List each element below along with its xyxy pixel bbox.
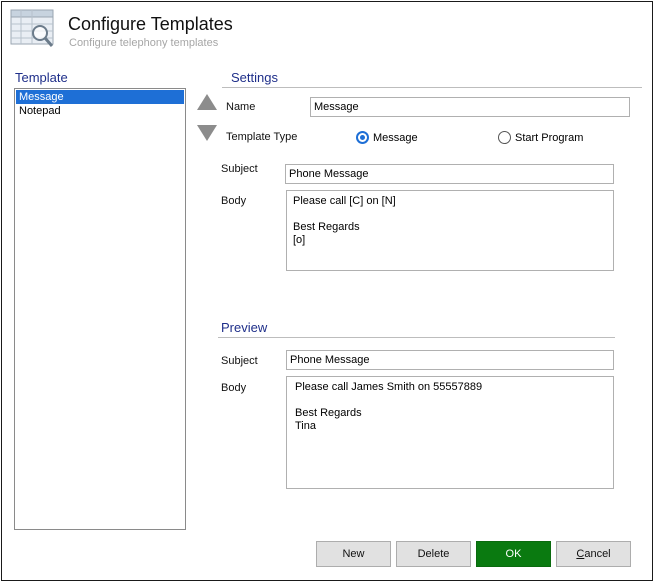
template-type-label: Template Type <box>226 131 298 143</box>
radio-message[interactable]: Message <box>356 131 418 144</box>
ok-button[interactable]: OK <box>476 541 551 567</box>
settings-section-label: Settings <box>231 70 278 85</box>
page-subtitle: Configure telephony templates <box>69 37 219 49</box>
preview-body-textarea: Please call James Smith on 55557889 Best… <box>286 376 614 489</box>
move-down-button[interactable] <box>195 122 218 144</box>
spreadsheet-search-icon <box>10 9 56 49</box>
preview-divider <box>218 337 615 338</box>
radio-start-program[interactable]: Start Program <box>498 131 583 144</box>
cancel-label-rest: ancel <box>584 548 611 560</box>
preview-body-label: Body <box>221 382 247 394</box>
name-label: Name <box>226 101 256 113</box>
arrow-up-icon <box>196 94 217 110</box>
radio-unchecked-icon <box>498 131 511 144</box>
radio-message-label: Message <box>373 131 418 144</box>
list-item-message[interactable]: Message <box>16 90 184 104</box>
preview-section-label: Preview <box>221 320 268 335</box>
preview-subject-field: Phone Message <box>286 350 614 370</box>
settings-divider <box>222 87 642 88</box>
cancel-mnemonic: C <box>576 548 585 560</box>
template-list[interactable]: Message Notepad <box>14 88 186 530</box>
arrow-down-icon <box>196 125 217 141</box>
list-item-notepad[interactable]: Notepad <box>16 104 184 118</box>
delete-button[interactable]: Delete <box>396 541 471 567</box>
subject-label: Subject <box>221 163 258 175</box>
body-textarea[interactable]: Please call [C] on [N] Best Regards [o] <box>286 190 614 271</box>
subject-field[interactable]: Phone Message <box>285 164 614 184</box>
name-field[interactable]: Message <box>310 97 630 117</box>
preview-subject-label: Subject <box>221 355 258 367</box>
body-label: Body <box>221 195 247 207</box>
radio-start-program-label: Start Program <box>515 131 584 144</box>
template-section-label: Template <box>15 70 68 85</box>
page-title: Configure Templates <box>68 14 233 34</box>
move-up-button[interactable] <box>195 91 218 113</box>
new-button[interactable]: New <box>316 541 391 567</box>
cancel-button[interactable]: Cancel <box>556 541 631 567</box>
radio-checked-icon <box>356 131 369 144</box>
